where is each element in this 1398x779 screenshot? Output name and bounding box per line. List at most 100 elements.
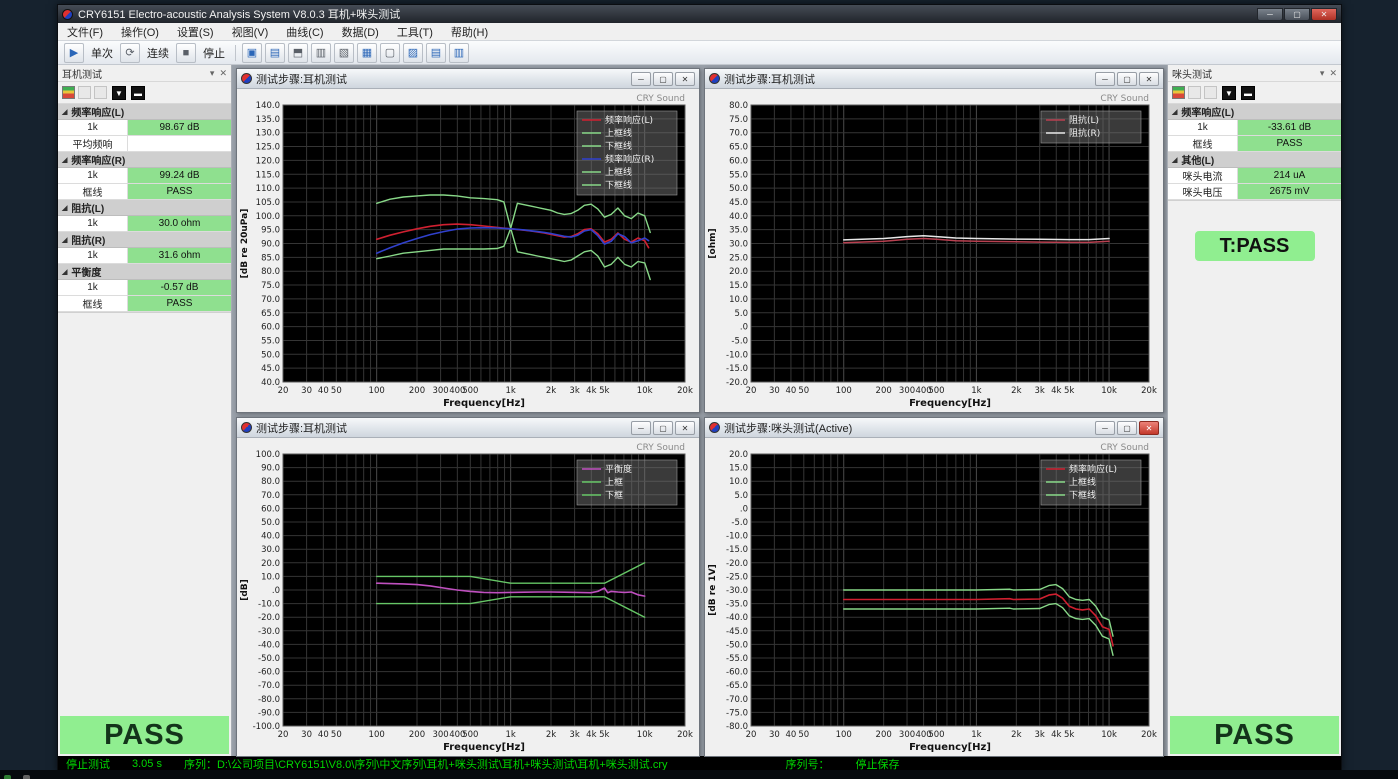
chart-window-button[interactable]: ▨ xyxy=(403,43,423,63)
right-panel-header: 咪头测试 ▾ ✕ xyxy=(1168,65,1341,82)
svg-text:3k: 3k xyxy=(569,730,579,740)
result-group-header[interactable]: ◢其他(L) xyxy=(1168,152,1341,168)
taskbar-item[interactable] xyxy=(23,775,30,779)
collapse-all-icon[interactable] xyxy=(94,86,107,99)
balance-chart: -100.0-90.0-80.0-70.0-60.0-50.0-40.0-30.… xyxy=(237,438,699,756)
expanded-triangle-icon: ◢ xyxy=(1172,156,1177,164)
menu-item-0[interactable]: 文件(F) xyxy=(58,23,112,41)
svg-text:35.0: 35.0 xyxy=(729,226,748,236)
chart-window-title-bar[interactable]: 测试步骤:耳机测试 ─ ▢ ✕ xyxy=(705,69,1163,89)
app-title-bar[interactable]: CRY6151 Electro-acoustic Analysis System… xyxy=(58,5,1341,23)
maximize-button[interactable]: ▢ xyxy=(653,72,673,86)
menu-item-3[interactable]: 视图(V) xyxy=(223,23,278,41)
save-file-button[interactable]: ▦ xyxy=(357,43,377,63)
open-file-button[interactable]: ▧ xyxy=(334,43,354,63)
svg-text:100: 100 xyxy=(836,730,852,740)
menu-item-6[interactable]: 工具(T) xyxy=(388,23,442,41)
chevron-down-icon[interactable]: ▾ xyxy=(1320,68,1325,79)
menu-item-1[interactable]: 操作(O) xyxy=(112,23,168,41)
panel-close-icon[interactable]: ✕ xyxy=(219,68,227,79)
svg-text:500: 500 xyxy=(462,730,478,740)
window-icon xyxy=(241,73,252,84)
single-test-label[interactable]: 单次 xyxy=(87,45,117,61)
svg-text:3k: 3k xyxy=(1035,730,1045,740)
expand-all-icon[interactable] xyxy=(1188,86,1201,99)
continuous-test-label[interactable]: 连续 xyxy=(143,45,173,61)
chart-window-title-bar[interactable]: 测试步骤:耳机测试 ─ ▢ ✕ xyxy=(237,69,699,89)
close-button[interactable]: ✕ xyxy=(1139,421,1159,435)
result-group-header[interactable]: ◢阻抗(R) xyxy=(58,232,231,248)
svg-text:10.0: 10.0 xyxy=(729,295,748,305)
result-value xyxy=(128,136,231,151)
result-group-header[interactable]: ◢平衡度 xyxy=(58,264,231,280)
export-data-icon: ⬒ xyxy=(293,46,303,59)
svg-text:135.0: 135.0 xyxy=(256,115,280,125)
result-group-header[interactable]: ◢频率响应(L) xyxy=(58,104,231,120)
collapse-button[interactable]: ▬ xyxy=(131,86,145,100)
svg-text:60.0: 60.0 xyxy=(729,156,748,166)
maximize-button[interactable]: ▢ xyxy=(1284,8,1310,21)
tile-horizontal-button[interactable]: ▤ xyxy=(426,43,446,63)
chart-colors-icon[interactable] xyxy=(1172,86,1185,99)
result-row: 1k99.24 dB xyxy=(58,168,231,184)
minimize-button[interactable]: ─ xyxy=(1095,421,1115,435)
new-window-button[interactable]: ▢ xyxy=(380,43,400,63)
taskbar[interactable] xyxy=(0,770,1398,779)
chart-colors-icon[interactable] xyxy=(62,86,75,99)
svg-text:120.0: 120.0 xyxy=(256,156,280,166)
maximize-button[interactable]: ▢ xyxy=(653,421,673,435)
dropdown-button[interactable]: ▼ xyxy=(1222,86,1236,100)
sequence-settings-icon: ▣ xyxy=(247,46,257,59)
close-button[interactable]: ✕ xyxy=(675,421,695,435)
minimize-button[interactable]: ─ xyxy=(1257,8,1283,21)
svg-text:平衡度: 平衡度 xyxy=(605,463,632,475)
result-label: 1k xyxy=(1168,120,1238,135)
svg-text:3k: 3k xyxy=(1035,386,1045,396)
svg-text:65.0: 65.0 xyxy=(261,309,280,319)
svg-text:频率响应(L): 频率响应(L) xyxy=(1069,463,1117,475)
menu-item-7[interactable]: 帮助(H) xyxy=(442,23,497,41)
database-button[interactable]: ▥ xyxy=(311,43,331,63)
chevron-down-icon[interactable]: ▾ xyxy=(210,68,215,79)
stop-test-label[interactable]: 停止 xyxy=(199,45,229,61)
minimize-button[interactable]: ─ xyxy=(631,72,651,86)
taskbar-item[interactable] xyxy=(4,775,11,779)
panel-close-icon[interactable]: ✕ xyxy=(1329,68,1337,79)
chart-window-balance: 测试步骤:耳机测试 ─ ▢ ✕ -100.0-90.0-80.0-70.0-60… xyxy=(236,417,700,757)
menu-item-2[interactable]: 设置(S) xyxy=(168,23,223,41)
tile-vertical-button[interactable]: ▥ xyxy=(449,43,469,63)
run-continuous-button[interactable]: ⟳ xyxy=(120,43,140,63)
close-button[interactable]: ✕ xyxy=(675,72,695,86)
svg-text:阻抗(R): 阻抗(R) xyxy=(1069,127,1100,139)
svg-text:300: 300 xyxy=(899,730,915,740)
expand-all-icon[interactable] xyxy=(78,86,91,99)
chart-window-title-bar[interactable]: 测试步骤:咪头测试(Active) ─ ▢ ✕ xyxy=(705,418,1163,438)
collapse-button[interactable]: ▬ xyxy=(1241,86,1255,100)
report-view-button[interactable]: ▤ xyxy=(265,43,285,63)
svg-text:4k: 4k xyxy=(1051,730,1061,740)
stop-button[interactable]: ■ xyxy=(176,43,196,63)
chart-window-title-bar[interactable]: 测试步骤:耳机测试 ─ ▢ ✕ xyxy=(237,418,699,438)
sequence-settings-button[interactable]: ▣ xyxy=(242,43,262,63)
close-button[interactable]: ✕ xyxy=(1311,8,1337,21)
result-group-header[interactable]: ◢阻抗(L) xyxy=(58,200,231,216)
svg-text:-10.0: -10.0 xyxy=(726,350,748,360)
dropdown-button[interactable]: ▼ xyxy=(112,86,126,100)
result-group-header[interactable]: ◢频率响应(L) xyxy=(1168,104,1341,120)
menu-item-5[interactable]: 数据(D) xyxy=(333,23,388,41)
result-group-header[interactable]: ◢频率响应(R) xyxy=(58,152,231,168)
svg-text:-60.0: -60.0 xyxy=(258,668,280,678)
minimize-button[interactable]: ─ xyxy=(1095,72,1115,86)
svg-text:105.0: 105.0 xyxy=(256,198,280,208)
svg-text:下框: 下框 xyxy=(605,489,623,501)
maximize-button[interactable]: ▢ xyxy=(1117,421,1137,435)
export-data-button[interactable]: ⬒ xyxy=(288,43,308,63)
svg-text:-60.0: -60.0 xyxy=(726,668,748,678)
run-single-button[interactable]: ▶ xyxy=(64,43,84,63)
menu-item-4[interactable]: 曲线(C) xyxy=(277,23,332,41)
collapse-all-icon[interactable] xyxy=(1204,86,1217,99)
close-button[interactable]: ✕ xyxy=(1139,72,1159,86)
minimize-button[interactable]: ─ xyxy=(631,421,651,435)
result-value: 31.6 ohm xyxy=(128,248,231,263)
maximize-button[interactable]: ▢ xyxy=(1117,72,1137,86)
